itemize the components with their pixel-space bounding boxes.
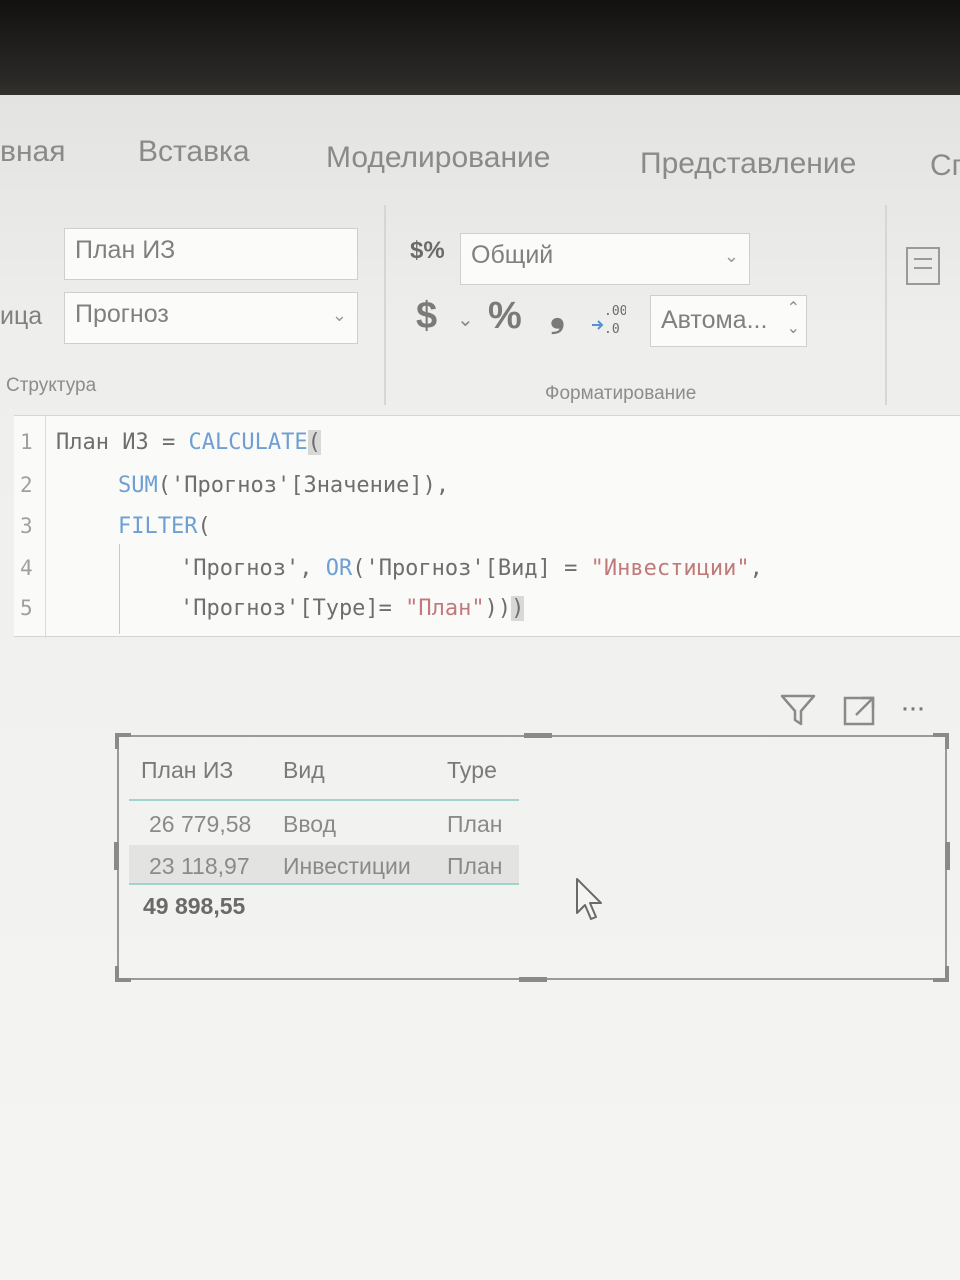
mouse-pointer-icon bbox=[574, 877, 604, 928]
table-cell: Ввод bbox=[283, 811, 337, 837]
monitor-bezel bbox=[0, 0, 960, 110]
resize-handle[interactable] bbox=[519, 977, 547, 982]
measure-name-field[interactable]: План ИЗ bbox=[64, 228, 358, 280]
comma-style-icon[interactable]: ❟ bbox=[550, 293, 565, 336]
decimal-places-icon[interactable]: .00 .0 bbox=[590, 301, 627, 337]
more-options-icon[interactable]: ··· bbox=[900, 691, 926, 725]
measure-name-value: План ИЗ bbox=[75, 236, 176, 264]
focus-mode-icon[interactable] bbox=[842, 693, 878, 736]
table-cell: Инвестиции bbox=[283, 853, 411, 879]
column-header[interactable]: Type bbox=[447, 757, 497, 784]
chevron-down-icon: ⌄ bbox=[723, 246, 739, 266]
chevron-down-icon[interactable]: ⌄ bbox=[787, 318, 800, 338]
app-window: вная Вставка Моделирование Представление… bbox=[0, 95, 960, 1280]
tab-help[interactable]: Сп bbox=[930, 149, 960, 183]
code-line-3: FILTER( bbox=[118, 514, 211, 539]
function-token: CALCULATE bbox=[188, 430, 308, 455]
resize-handle[interactable] bbox=[114, 842, 119, 870]
code-line-5: 'Прогноз'[Type]= "План"))) bbox=[180, 596, 525, 621]
line-number: 4 bbox=[20, 556, 33, 580]
svg-text:.00: .00 bbox=[604, 304, 626, 319]
table-total: 49 898,55 bbox=[143, 893, 246, 919]
chevron-up-icon[interactable]: ⌃ bbox=[787, 298, 800, 318]
text-cursor: ) bbox=[511, 596, 525, 621]
home-table-label: ица bbox=[0, 302, 43, 330]
line-number: 2 bbox=[20, 473, 33, 497]
code-line-2: SUM('Прогноз'[Значение]), bbox=[118, 473, 450, 498]
resize-handle[interactable] bbox=[945, 966, 949, 982]
line-number: 1 bbox=[20, 430, 33, 454]
resize-handle[interactable] bbox=[115, 733, 119, 749]
table-visual[interactable]: План ИЗ Вид Type 26 779,58 Ввод План 23 … bbox=[114, 733, 950, 982]
resize-handle[interactable] bbox=[945, 733, 949, 749]
line-number-gutter: 1 2 3 4 5 bbox=[14, 416, 46, 638]
structure-group-label: Структура bbox=[6, 375, 97, 396]
currency-icon[interactable]: $ bbox=[416, 295, 437, 338]
tab-home[interactable]: вная bbox=[0, 135, 65, 169]
home-table-value: Прогноз bbox=[75, 300, 169, 328]
format-icon: $% bbox=[410, 237, 445, 264]
format-value: Общий bbox=[471, 241, 554, 269]
line-number: 5 bbox=[20, 596, 33, 620]
svg-text:.0: .0 bbox=[604, 322, 620, 337]
code-line-1: План ИЗ = CALCULATE( bbox=[56, 430, 321, 455]
tab-insert[interactable]: Вставка bbox=[138, 135, 250, 169]
ribbon-tabs: вная Вставка Моделирование Представление… bbox=[0, 135, 960, 185]
tab-view[interactable]: Представление bbox=[640, 147, 856, 181]
home-table-dropdown[interactable]: Прогноз ⌄ bbox=[64, 292, 358, 344]
decimal-places-spinner[interactable]: Автома... ⌃ ⌄ bbox=[650, 295, 807, 347]
string-token: "План" bbox=[405, 596, 485, 621]
ribbon-body: План ИЗ ица Прогноз ⌄ Структура $% Общий… bbox=[0, 195, 960, 415]
tab-modeling[interactable]: Моделирование bbox=[326, 141, 550, 175]
resize-handle[interactable] bbox=[945, 842, 950, 870]
chevron-down-icon: ⌄ bbox=[331, 305, 347, 325]
indent-guide bbox=[119, 544, 120, 634]
table-cell: 23 118,97 bbox=[149, 853, 250, 879]
data-category-icon[interactable] bbox=[906, 247, 940, 285]
function-token: SUM bbox=[118, 473, 158, 498]
table-cell: План bbox=[447, 811, 503, 837]
currency-chevron-icon[interactable]: ⌄ bbox=[457, 307, 474, 332]
string-token: "Инвестиции" bbox=[590, 556, 750, 581]
function-token: OR bbox=[325, 556, 353, 581]
group-divider bbox=[885, 205, 887, 405]
code-line-4: 'Прогноз', OR('Прогноз'[Вид] = "Инвестиц… bbox=[180, 556, 763, 581]
column-header[interactable]: План ИЗ bbox=[141, 757, 233, 784]
function-token: FILTER bbox=[118, 514, 198, 539]
total-divider bbox=[129, 883, 519, 885]
header-divider bbox=[129, 799, 519, 801]
percent-icon[interactable]: % bbox=[488, 295, 522, 338]
filter-icon[interactable] bbox=[780, 693, 816, 736]
formatting-group-label: Форматирование bbox=[545, 383, 697, 404]
group-divider bbox=[384, 205, 386, 405]
table-cell: 26 779,58 bbox=[149, 811, 252, 837]
line-number: 3 bbox=[20, 514, 33, 538]
format-dropdown[interactable]: Общий ⌄ bbox=[460, 233, 750, 285]
table-cell: План bbox=[447, 853, 503, 879]
decimal-places-value: Автома... bbox=[661, 306, 768, 334]
resize-handle[interactable] bbox=[115, 966, 119, 982]
resize-handle[interactable] bbox=[524, 733, 552, 738]
column-header[interactable]: Вид bbox=[283, 757, 325, 784]
formula-editor[interactable]: 1 2 3 4 5 План ИЗ = CALCULATE( SUM('Прог… bbox=[14, 415, 960, 638]
